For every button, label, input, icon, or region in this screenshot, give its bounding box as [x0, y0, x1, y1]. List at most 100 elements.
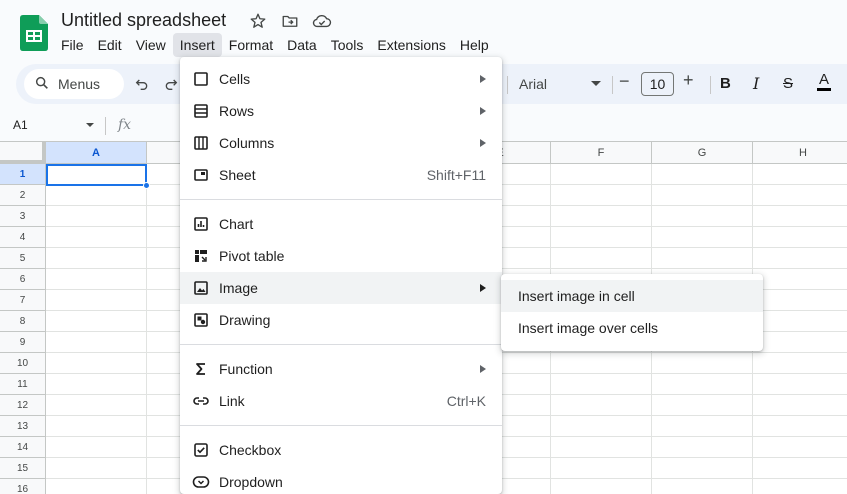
- document-title[interactable]: Untitled spreadsheet: [61, 10, 226, 31]
- menu-extensions[interactable]: Extensions: [370, 33, 452, 57]
- menu-item-label: Drawing: [219, 312, 271, 328]
- row-header[interactable]: 1: [0, 164, 46, 185]
- chevron-down-icon[interactable]: [86, 123, 94, 127]
- undo-icon[interactable]: [132, 74, 152, 94]
- cloud-status-icon[interactable]: [312, 11, 332, 31]
- drawing-icon: [192, 312, 210, 328]
- row-header[interactable]: 9: [0, 332, 46, 353]
- menu-item-label: Columns: [219, 135, 275, 151]
- menu-divider: [180, 344, 502, 345]
- font-family-value: Arial: [519, 76, 548, 92]
- row-header[interactable]: 15: [0, 458, 46, 479]
- insert-checkbox-item[interactable]: Checkbox: [180, 434, 502, 466]
- search-label: Menus: [58, 76, 101, 92]
- name-box[interactable]: A1: [13, 118, 28, 132]
- menu-help[interactable]: Help: [453, 33, 496, 57]
- insert-chart-item[interactable]: Chart: [180, 208, 502, 240]
- sheets-logo-icon[interactable]: [20, 15, 48, 51]
- row-header[interactable]: 10: [0, 353, 46, 374]
- menu-item-label: Pivot table: [219, 248, 285, 264]
- link-icon: [192, 393, 210, 409]
- submenu-arrow-icon: [480, 139, 486, 147]
- image-submenu: Insert image in cell Insert image over c…: [501, 274, 763, 351]
- insert-link-item[interactable]: Link Ctrl+K: [180, 385, 502, 417]
- decrease-font-size-button[interactable]: −: [619, 71, 630, 92]
- menu-edit[interactable]: Edit: [91, 33, 129, 57]
- row-header[interactable]: 2: [0, 185, 46, 206]
- toolbar-divider: [507, 76, 508, 94]
- insert-pivot-table-item[interactable]: Pivot table: [180, 240, 502, 272]
- font-size-input[interactable]: 10: [641, 72, 674, 96]
- row-header[interactable]: 12: [0, 395, 46, 416]
- text-color-button[interactable]: A: [817, 71, 831, 91]
- redo-icon[interactable]: [162, 74, 180, 94]
- menu-item-label: Link: [219, 393, 245, 409]
- column-header-f[interactable]: F: [551, 142, 652, 164]
- submenu-arrow-icon: [480, 107, 486, 115]
- italic-button[interactable]: I: [753, 74, 759, 93]
- select-all-corner[interactable]: [0, 142, 46, 164]
- star-icon[interactable]: [248, 11, 268, 31]
- submenu-arrow-icon: [480, 75, 486, 83]
- toolbar-divider: [710, 76, 711, 94]
- pivot-table-icon: [192, 248, 210, 264]
- shortcut-label: Ctrl+K: [446, 393, 486, 409]
- columns-icon: [192, 135, 210, 151]
- row-header[interactable]: 8: [0, 311, 46, 332]
- menu-item-label: Cells: [219, 71, 251, 87]
- dropdown-icon: [192, 474, 210, 490]
- row-header[interactable]: 11: [0, 374, 46, 395]
- menu-divider: [180, 199, 502, 200]
- row-header[interactable]: 4: [0, 227, 46, 248]
- submenu-arrow-icon: [480, 365, 486, 373]
- column-header-h[interactable]: H: [753, 142, 847, 164]
- row-header[interactable]: 14: [0, 437, 46, 458]
- bold-button[interactable]: B: [720, 75, 731, 92]
- active-cell-a1[interactable]: [46, 164, 147, 186]
- font-family-select[interactable]: Arial: [519, 72, 601, 96]
- insert-cells-item[interactable]: Cells: [180, 63, 502, 95]
- insert-menu: Cells Rows Columns Sheet Shift+F11 Chart…: [180, 57, 502, 494]
- menu-tools[interactable]: Tools: [324, 33, 371, 57]
- fill-handle[interactable]: [143, 182, 150, 189]
- insert-drawing-item[interactable]: Drawing: [180, 304, 502, 336]
- menu-insert[interactable]: Insert: [172, 33, 222, 57]
- menu-bar: File Edit View Insert Format Data Tools …: [54, 33, 496, 57]
- strikethrough-button[interactable]: S: [783, 75, 793, 92]
- menu-item-label: Dropdown: [219, 474, 283, 490]
- submenu-arrow-icon: [480, 284, 486, 292]
- row-header[interactable]: 5: [0, 248, 46, 269]
- row-header[interactable]: 16: [0, 479, 46, 494]
- insert-function-item[interactable]: Function: [180, 353, 502, 385]
- menu-item-label: Function: [219, 361, 273, 377]
- insert-columns-item[interactable]: Columns: [180, 127, 502, 159]
- menu-format[interactable]: Format: [222, 33, 280, 57]
- row-header[interactable]: 6: [0, 269, 46, 290]
- insert-rows-item[interactable]: Rows: [180, 95, 502, 127]
- menu-item-label: Chart: [219, 216, 254, 232]
- grid-line: [146, 164, 147, 494]
- insert-image-in-cell-item[interactable]: Insert image in cell: [501, 280, 763, 312]
- increase-font-size-button[interactable]: +: [683, 70, 694, 91]
- row-header[interactable]: 3: [0, 206, 46, 227]
- formula-bar-divider: [105, 117, 106, 135]
- insert-image-over-cells-item[interactable]: Insert image over cells: [501, 312, 763, 344]
- menu-file[interactable]: File: [54, 33, 91, 57]
- function-icon: [192, 361, 210, 377]
- menus-search-button[interactable]: Menus: [24, 69, 124, 99]
- sheet-icon: [192, 167, 210, 183]
- row-header[interactable]: 13: [0, 416, 46, 437]
- search-icon: [34, 75, 50, 94]
- insert-dropdown-item[interactable]: Dropdown: [180, 466, 502, 494]
- menu-view[interactable]: View: [129, 33, 173, 57]
- column-header-g[interactable]: G: [652, 142, 753, 164]
- row-header[interactable]: 7: [0, 290, 46, 311]
- insert-sheet-item[interactable]: Sheet Shift+F11: [180, 159, 502, 191]
- cells-icon: [192, 71, 210, 87]
- column-header-a[interactable]: A: [46, 142, 147, 164]
- insert-image-item[interactable]: Image: [180, 272, 502, 304]
- move-folder-icon[interactable]: [280, 11, 300, 31]
- rows-icon: [192, 103, 210, 119]
- menu-data[interactable]: Data: [280, 33, 324, 57]
- chevron-down-icon: [591, 81, 601, 86]
